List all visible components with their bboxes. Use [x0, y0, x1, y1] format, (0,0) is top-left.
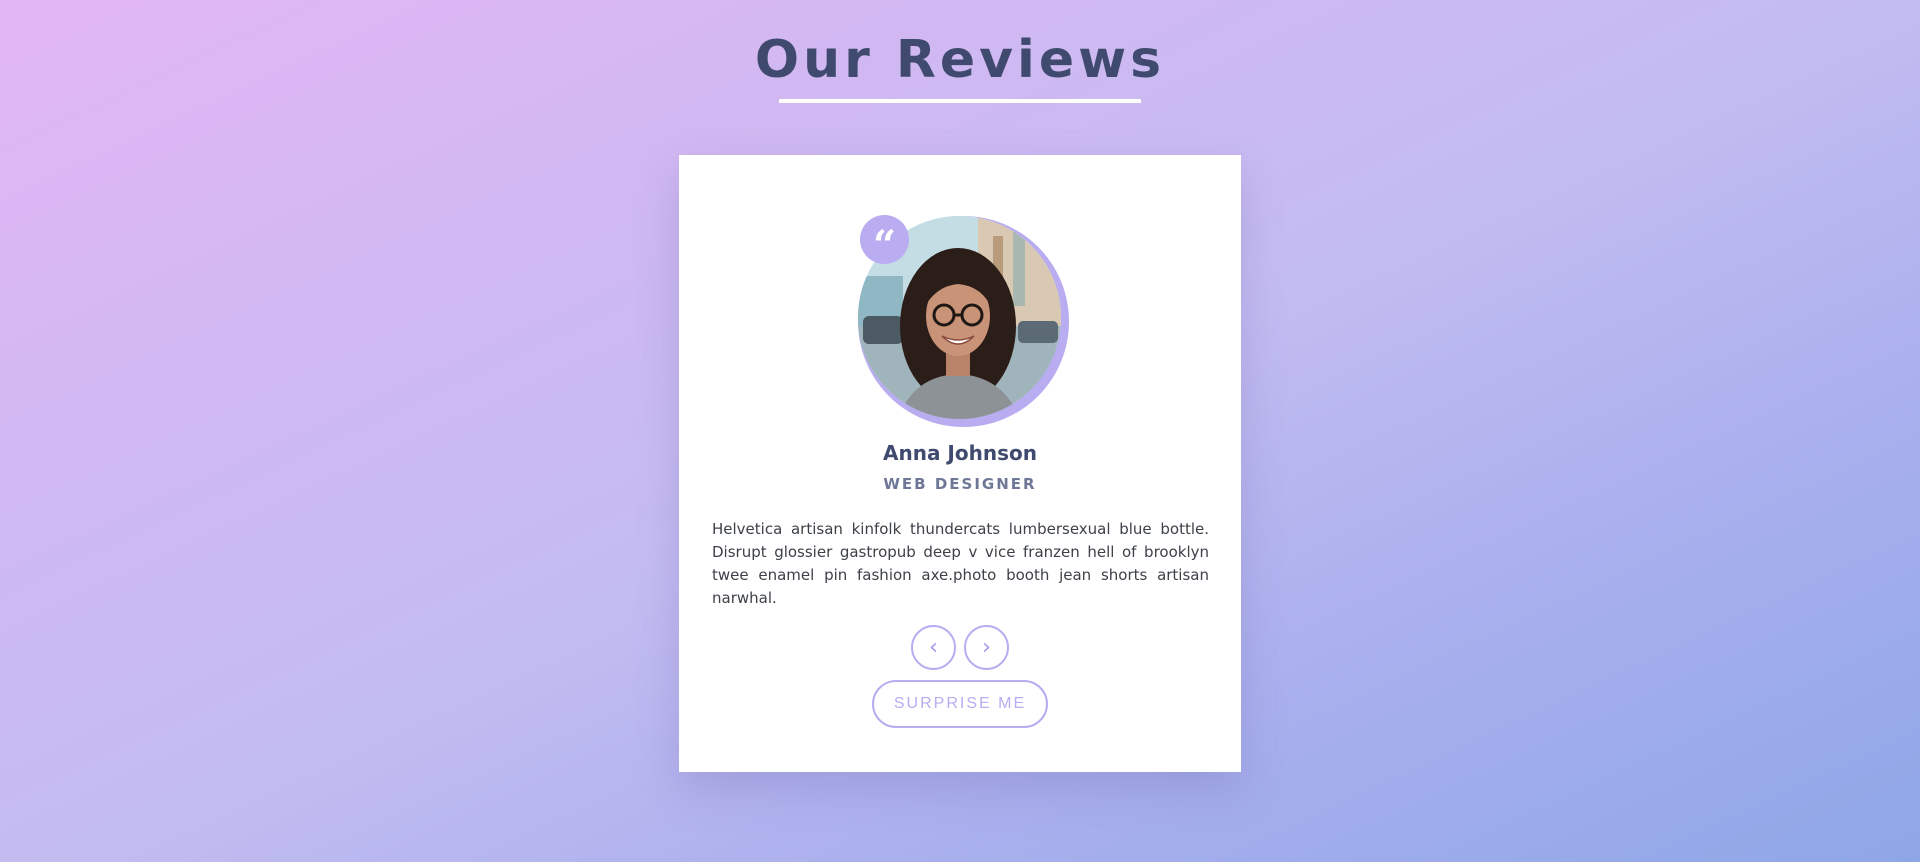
reviewer-role: WEB DESIGNER [883, 475, 1037, 493]
review-card: “ Anna Johnson WEB DESIGNER Helvetica ar… [679, 155, 1241, 772]
chevron-left-icon: ‹ [929, 634, 938, 660]
title-underline [779, 99, 1141, 103]
page-title: Our Reviews [754, 30, 1166, 90]
next-review-button[interactable]: › [964, 625, 1009, 670]
chevron-right-icon: › [982, 634, 991, 660]
quote-icon: “ [860, 215, 909, 269]
reviewer-name: Anna Johnson [883, 441, 1037, 465]
prev-review-button[interactable]: ‹ [911, 625, 956, 670]
review-text: Helvetica artisan kinfolk thundercats lu… [712, 520, 1209, 607]
surprise-me-button[interactable]: SURPRISE ME [872, 680, 1048, 728]
